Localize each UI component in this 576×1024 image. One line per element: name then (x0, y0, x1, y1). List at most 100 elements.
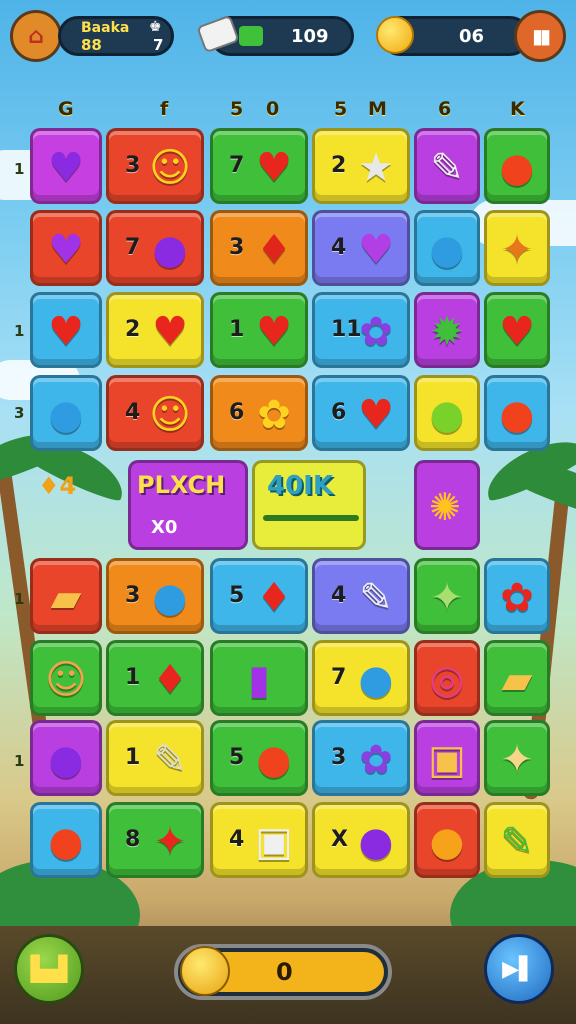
board-tile[interactable]: 4 ☺ (106, 375, 204, 451)
bonus-fire-tile[interactable]: ✺ (414, 460, 480, 550)
tile-number: 2 (125, 317, 141, 342)
top-hud: ⌂ Baaka 88 ♚ 7 109 06 ▮▮ (10, 10, 566, 62)
bonus-tile-right[interactable]: 40IK (252, 460, 366, 550)
flower-icon: ✿ (359, 737, 393, 783)
skip-button[interactable]: ▶▌ (484, 934, 554, 1004)
balloon-icon: ● (429, 227, 465, 273)
board-tile[interactable]: 1 ♦ (106, 640, 204, 716)
bonus-tile-left[interactable]: PLXCH X0 (128, 460, 248, 550)
board-tile[interactable]: 1 ♥ (210, 292, 308, 368)
board-tile[interactable]: ◎ (414, 640, 480, 716)
candy-icon: ● (358, 819, 394, 865)
bandage-icon: ▰ (50, 575, 82, 621)
board-tile[interactable]: ● (30, 720, 102, 796)
chick-icon: ● (429, 819, 465, 865)
board-tile[interactable]: 4 ✎ (312, 558, 410, 634)
pepper-icon: ♦ (256, 575, 292, 621)
board-tile[interactable]: 5 ♦ (210, 558, 308, 634)
board-tile[interactable]: ● (414, 802, 480, 878)
board-tile[interactable]: 2 ♥ (106, 292, 204, 368)
board-tile[interactable]: ● (414, 210, 480, 286)
board-tile[interactable]: 7 ● (106, 210, 204, 286)
bonus-multiplier: X0 (151, 517, 178, 538)
gear-icon: ✹ (430, 309, 464, 355)
board-tile[interactable]: 7 ♥ (210, 128, 308, 204)
tile-number: X (331, 827, 348, 852)
balloon-icon: ● (152, 575, 188, 621)
board-tile[interactable]: X ● (312, 802, 410, 878)
board-tile[interactable]: ● (484, 128, 550, 204)
tile-number: 3 (331, 745, 347, 770)
box-icon: ▣ (428, 737, 466, 783)
board-tile[interactable]: 11 ✿ (312, 292, 410, 368)
board-tile[interactable]: ● (30, 375, 102, 451)
house-icon: ⌂ (28, 23, 44, 49)
tile-number: 8 (125, 827, 141, 852)
board-tile[interactable]: 3 ✿ (312, 720, 410, 796)
tile-number: 3 (125, 153, 141, 178)
column-header: M (368, 98, 387, 120)
board-tile[interactable]: ♥ (30, 292, 102, 368)
tile-number: 4 (331, 235, 347, 260)
jar-icon: ▮ (247, 657, 270, 703)
row-marker: 1 (14, 590, 25, 608)
pineapple-icon: ✿ (257, 392, 291, 438)
tile-number: 7 (229, 153, 245, 178)
board-tile[interactable]: ▣ (414, 720, 480, 796)
board-tile[interactable]: ☺ (30, 640, 102, 716)
pencil-icon: ✎ (359, 575, 393, 621)
buildings-button[interactable]: ▙▟ (14, 934, 84, 1004)
row-marker: 1 (14, 160, 25, 178)
board-tile[interactable]: 8 ✦ (106, 802, 204, 878)
pepper-icon: ♦ (152, 657, 188, 703)
tile-number: 2 (331, 153, 347, 178)
board-tile[interactable]: 6 ✿ (210, 375, 308, 451)
pencil-icon: ✎ (153, 737, 187, 783)
board-tile[interactable]: 2 ★ (312, 128, 410, 204)
board-tile[interactable]: 4 ▣ (210, 802, 308, 878)
board-tile[interactable]: 6 ♥ (312, 375, 410, 451)
column-header: 6 (438, 98, 452, 120)
board-tile[interactable]: ♥ (484, 292, 550, 368)
board-tile[interactable]: ✹ (414, 292, 480, 368)
flower-icon: ✿ (359, 309, 393, 355)
row-marker: 1 (14, 752, 25, 770)
board-tile[interactable]: ● (484, 375, 550, 451)
player-panel: Baaka 88 ♚ 7 (58, 16, 174, 56)
board-tile[interactable]: ✦ (484, 210, 550, 286)
tile-number: 6 (229, 400, 245, 425)
board-tile[interactable]: ● (30, 802, 102, 878)
pepper-icon: ♦ (256, 227, 292, 273)
board-tile[interactable]: 7 ● (312, 640, 410, 716)
smiley-icon: ☺ (149, 392, 191, 438)
board-tile[interactable]: 4 ♥ (312, 210, 410, 286)
gift-icon: ▣ (255, 819, 293, 865)
board-tile[interactable]: 3 ☺ (106, 128, 204, 204)
board-tile[interactable]: ✦ (414, 558, 480, 634)
board-tile[interactable]: ▰ (484, 640, 550, 716)
face-icon: ☺ (45, 657, 87, 703)
column-header: f (160, 98, 169, 120)
board-tile[interactable]: 5 ● (210, 720, 308, 796)
board-tile[interactable]: ✦ (484, 720, 550, 796)
pause-button[interactable]: ▮▮ (514, 10, 566, 62)
board-tile[interactable]: ✎ (414, 128, 480, 204)
column-header: K (510, 98, 525, 120)
board-tile[interactable]: ▰ (30, 558, 102, 634)
lime-icon: ● (429, 392, 465, 438)
heart-icon: ♥ (48, 309, 84, 355)
tile-number: 1 (229, 317, 245, 342)
profile-button[interactable]: ⌂ (10, 10, 62, 62)
board-tile[interactable]: ♥ (30, 128, 102, 204)
board-tile[interactable]: ● (414, 375, 480, 451)
board-tile[interactable]: ✿ (484, 558, 550, 634)
counter-value: 7 (153, 36, 164, 54)
board-tile[interactable]: ▮ (210, 640, 308, 716)
board-tile[interactable]: 1 ✎ (106, 720, 204, 796)
gem-icon: ♦4 (38, 472, 77, 500)
board-tile[interactable]: ♥ (30, 210, 102, 286)
board-tile[interactable]: 3 ♦ (210, 210, 308, 286)
lollipop-icon: ● (48, 737, 84, 783)
board-tile[interactable]: 3 ● (106, 558, 204, 634)
board-tile[interactable]: ✎ (484, 802, 550, 878)
